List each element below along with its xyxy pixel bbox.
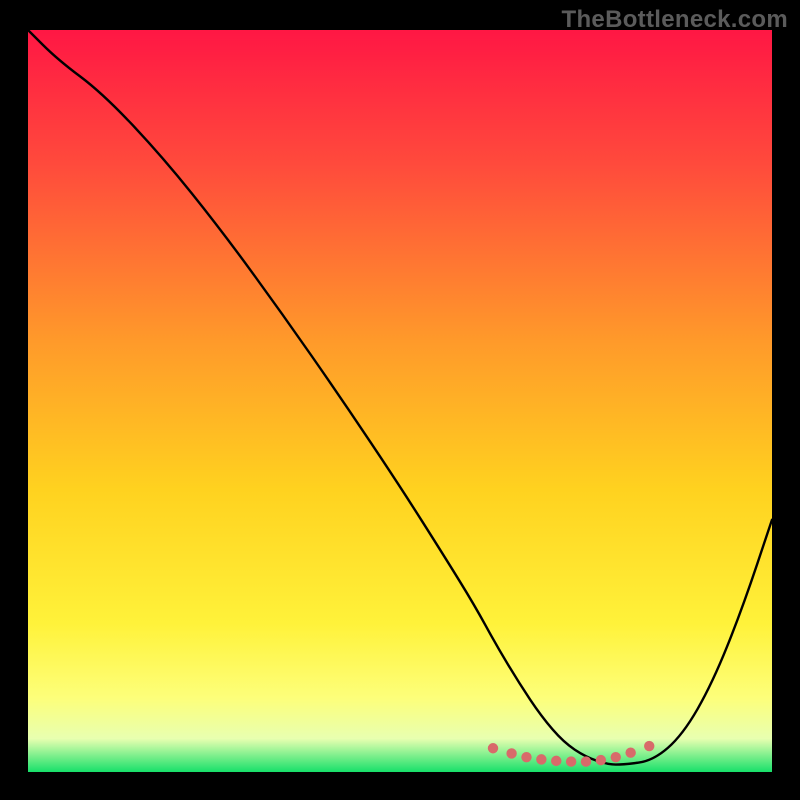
gradient-background <box>28 30 772 772</box>
optimal-marker <box>488 743 498 753</box>
optimal-marker <box>521 752 531 762</box>
optimal-marker <box>611 752 621 762</box>
optimal-marker <box>536 754 546 764</box>
watermark-text: TheBottleneck.com <box>562 6 788 34</box>
optimal-marker <box>581 756 591 766</box>
optimal-marker <box>596 755 606 765</box>
optimal-marker <box>551 756 561 766</box>
plot-area <box>28 30 772 772</box>
optimal-marker <box>625 748 635 758</box>
optimal-marker <box>566 756 576 766</box>
bottleneck-chart <box>28 30 772 772</box>
optimal-marker <box>506 748 516 758</box>
chart-frame: TheBottleneck.com <box>0 0 800 800</box>
optimal-marker <box>644 741 654 751</box>
